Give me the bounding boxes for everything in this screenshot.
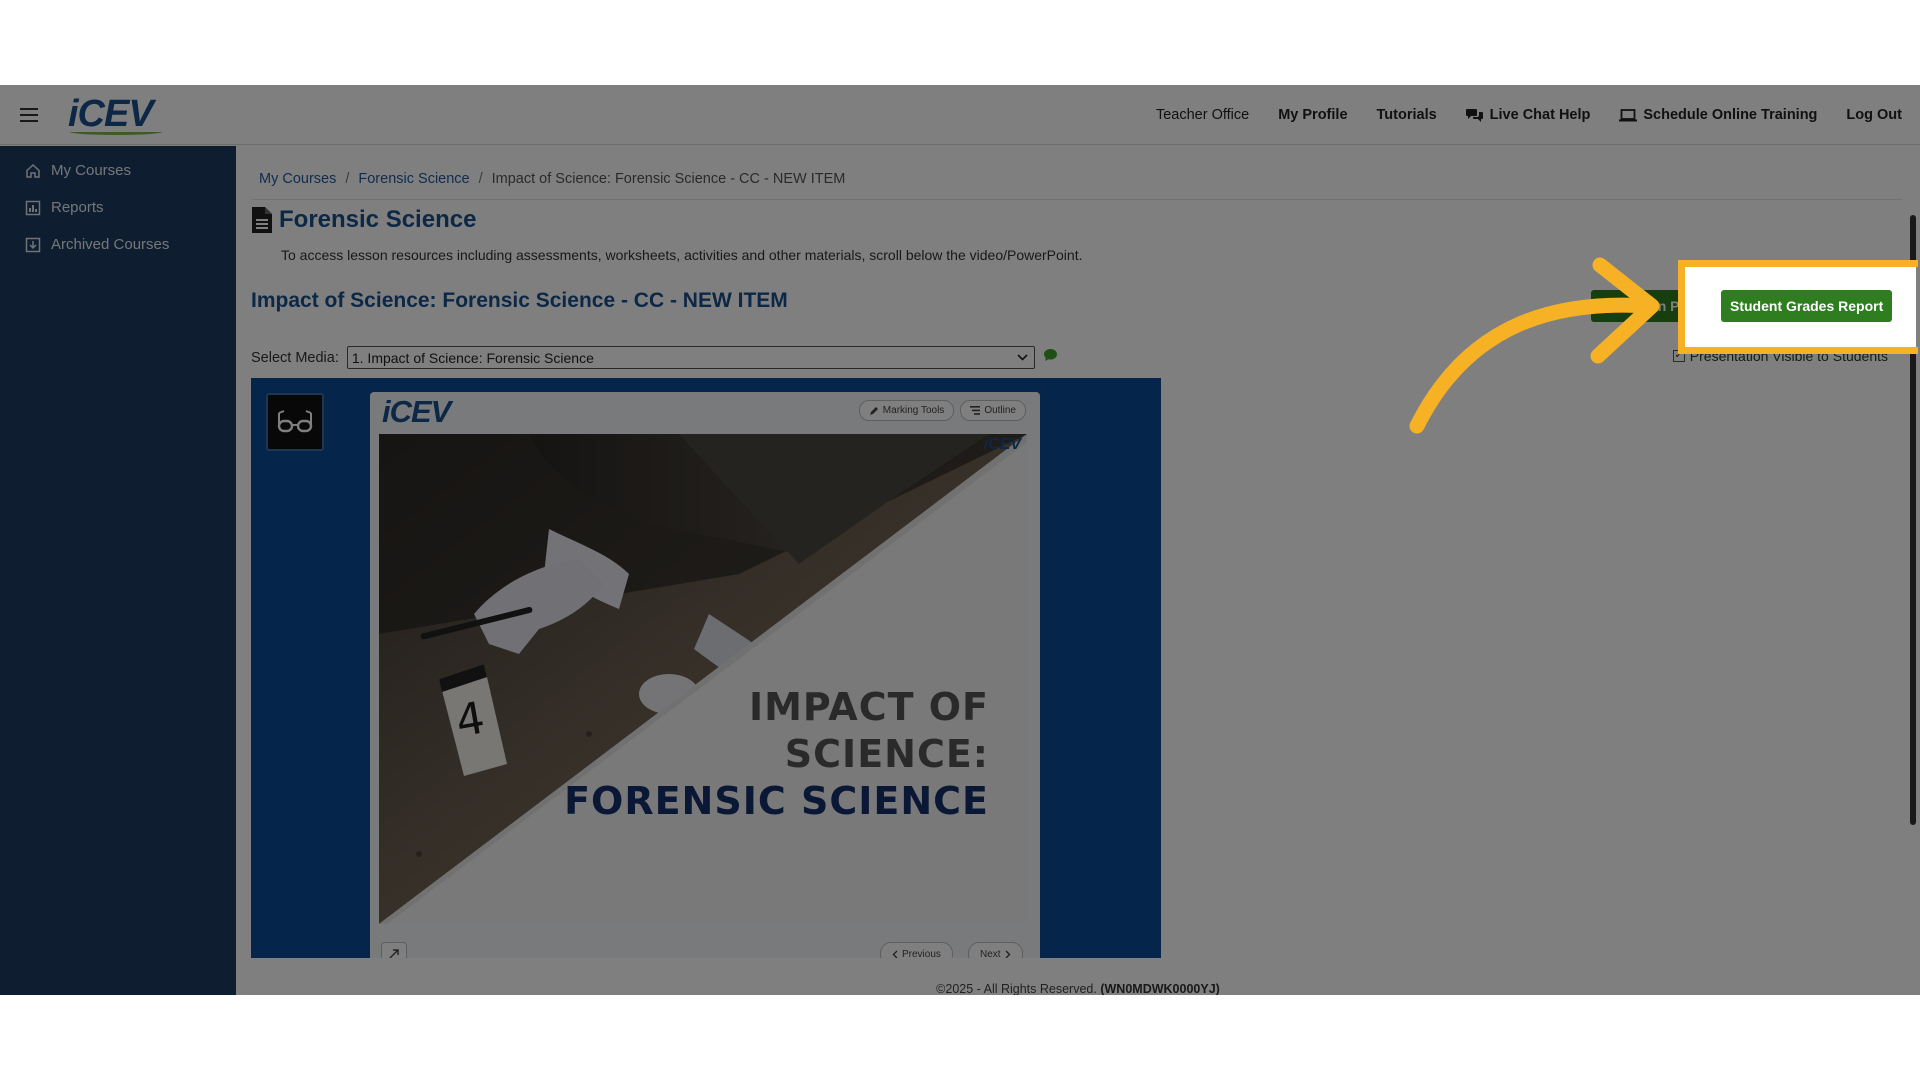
breadcrumb-forensic-science[interactable]: Forensic Science (358, 171, 469, 187)
menu-icon[interactable] (20, 108, 38, 122)
top-bar: iCEV Teacher Office My Profile Tutorials… (0, 85, 1920, 145)
sidebar-item-reports[interactable]: Reports (0, 189, 236, 226)
page-title-text: Forensic Science (279, 206, 477, 233)
crime-scene-photo: 4 (379, 434, 1027, 924)
breadcrumb-divider (252, 199, 1902, 200)
app-window: iCEV Teacher Office My Profile Tutorials… (0, 85, 1920, 995)
sidebar-item-label: Reports (51, 199, 104, 216)
file-icon (1600, 299, 1612, 313)
nav-label: Next (980, 948, 1001, 959)
next-button[interactable]: Next (968, 942, 1023, 958)
page-title: Forensic Science (251, 206, 476, 234)
slide-title-line: FORENSIC SCIENCE (564, 779, 989, 824)
slide-corner-logo: iCEV (983, 436, 1021, 453)
footer: ©2025 - All Rights Reserved. (WN0MDWK000… (0, 982, 1920, 995)
presentation-viewer: iCEV Marking Tools Outline 4 iCEV IMPACT… (251, 378, 1161, 958)
nav-log-out[interactable]: Log Out (1846, 107, 1902, 123)
breadcrumb-separator: / (478, 171, 483, 187)
previous-button[interactable]: Previous (880, 942, 953, 958)
breadcrumb-separator: / (345, 171, 350, 187)
expand-button[interactable] (381, 942, 407, 958)
main-content: My Courses / Forensic Science / Impact o… (236, 146, 1920, 995)
list-icon (970, 406, 981, 415)
chevron-down-icon (1017, 354, 1028, 361)
media-select[interactable]: 1. Impact of Science: Forensic Science (346, 346, 1035, 369)
chevron-right-icon (1005, 950, 1011, 958)
laptop-icon (1619, 108, 1638, 121)
breadcrumb-my-courses[interactable]: My Courses (259, 171, 336, 187)
lesson-description: To access lesson resources including ass… (281, 247, 1083, 263)
slide-toolbar: iCEV Marking Tools Outline (370, 392, 1040, 432)
media-select-row: Select Media: 1. Impact of Science: Fore… (251, 346, 1035, 369)
slide-frame: iCEV Marking Tools Outline 4 iCEV IMPACT… (370, 392, 1040, 958)
nav-label: Teacher Office (1155, 107, 1250, 123)
screenshot-stage: iCEV Teacher Office My Profile Tutorials… (0, 0, 1920, 1080)
lesson-item-title: Impact of Science: Forensic Science - CC… (251, 289, 788, 312)
sidebar-item-archived-courses[interactable]: Archived Courses (0, 226, 236, 263)
sidebar-item-label: My Courses (51, 162, 132, 179)
nav-label: Tutorials (1376, 107, 1437, 123)
slide-image: 4 iCEV IMPACT OF SCIENCE: FORENSIC SCIEN… (379, 434, 1027, 924)
highlight-spotlight: Student Grades Report (1684, 266, 1916, 354)
marking-tools-button[interactable]: Marking Tools (858, 400, 955, 421)
nav-tutorials[interactable]: Tutorials (1377, 107, 1437, 123)
pen-icon (869, 406, 878, 415)
nav-label: Previous (902, 948, 941, 959)
media-select-value: 1. Impact of Science: Forensic Science (351, 349, 594, 366)
reading-glasses-button[interactable] (266, 393, 324, 451)
report-icon (25, 200, 41, 215)
nav-label: My Profile (1278, 107, 1348, 123)
nav-label: Log Out (1846, 107, 1902, 123)
student-grades-report-button[interactable]: Student Grades Report (1721, 290, 1893, 322)
top-nav: Teacher Office My Profile Tutorials Live… (1127, 85, 1902, 145)
chevron-left-icon (892, 950, 898, 958)
expand-icon (389, 949, 399, 958)
archive-icon (25, 237, 41, 252)
nav-label: Live Chat Help (1489, 107, 1591, 123)
outline-button[interactable]: Outline (960, 400, 1026, 421)
breadcrumb: My Courses / Forensic Science / Impact o… (259, 171, 845, 187)
home-icon (26, 163, 40, 178)
chat-bubbles-icon (1465, 109, 1483, 122)
sidebar-item-my-courses[interactable]: My Courses (0, 152, 236, 189)
tool-label: Outline (984, 405, 1016, 416)
sidebar: My Courses Reports Archived Courses (0, 146, 236, 995)
footer-code: (WN0MDWK0000YJ) (1100, 982, 1220, 995)
slide-logo-text: iCEV (382, 394, 451, 429)
comment-icon[interactable] (1043, 348, 1058, 362)
nav-label: Schedule Online Training (1643, 107, 1818, 123)
nav-my-profile[interactable]: My Profile (1278, 107, 1347, 123)
sidebar-item-label: Archived Courses (51, 236, 170, 253)
button-label: Student Grades Report (1730, 298, 1884, 314)
nav-teacher-office[interactable]: Teacher Office (1156, 107, 1249, 123)
footer-copyright: ©2025 - All Rights Reserved. (936, 982, 1097, 995)
breadcrumb-current: Impact of Science: Forensic Science - CC… (491, 171, 846, 187)
slide-tools: Marking Tools Outline (858, 400, 1026, 421)
nav-schedule-training[interactable]: Schedule Online Training (1619, 107, 1817, 123)
glasses-icon (277, 410, 313, 433)
slide-title: IMPACT OF SCIENCE: FORENSIC SCIENCE (564, 684, 989, 825)
slide-title-line: IMPACT OF (748, 685, 989, 729)
checkbox-box[interactable]: ✓ (1672, 350, 1685, 362)
slide-title-line: SCIENCE: (784, 732, 989, 777)
nav-live-chat-help[interactable]: Live Chat Help (1465, 107, 1591, 123)
media-select-label: Select Media: (251, 349, 339, 366)
document-icon (252, 207, 272, 233)
slide-navigation: Previous Next (370, 934, 1040, 958)
logo-swoosh (70, 129, 162, 135)
tool-label: Marking Tools (882, 405, 945, 416)
slide-logo: iCEV (382, 394, 451, 430)
